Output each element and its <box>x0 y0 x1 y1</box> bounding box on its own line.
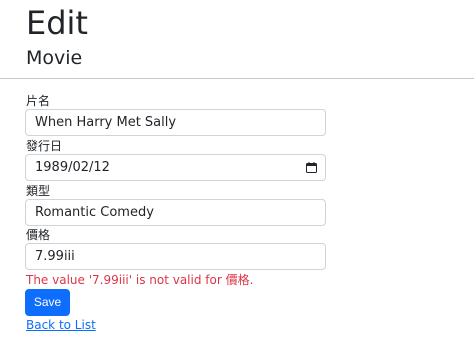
price-label: 價格 <box>26 228 51 242</box>
title-input[interactable]: When Harry Met Sally <box>25 109 326 136</box>
calendar-icon[interactable] <box>306 162 317 173</box>
release-date-label: 發行日 <box>26 139 63 153</box>
page-title: Edit <box>26 4 88 42</box>
price-input[interactable]: 7.99iii <box>25 243 326 270</box>
price-validation-error: The value '7.99iii' is not valid for 價格. <box>26 273 254 287</box>
edit-movie-page: Edit Movie 片名 When Harry Met Sally 發行日 1… <box>0 0 474 347</box>
release-date-value: 1989/02/12 <box>35 160 110 175</box>
divider <box>0 78 474 79</box>
genre-input[interactable]: Romantic Comedy <box>25 199 326 226</box>
page-subtitle: Movie <box>26 47 83 69</box>
title-label: 片名 <box>26 94 51 108</box>
back-to-list-link[interactable]: Back to List <box>26 318 96 332</box>
genre-label: 類型 <box>26 184 51 198</box>
release-date-input[interactable]: 1989/02/12 <box>25 154 326 181</box>
save-button[interactable]: Save <box>25 289 70 316</box>
